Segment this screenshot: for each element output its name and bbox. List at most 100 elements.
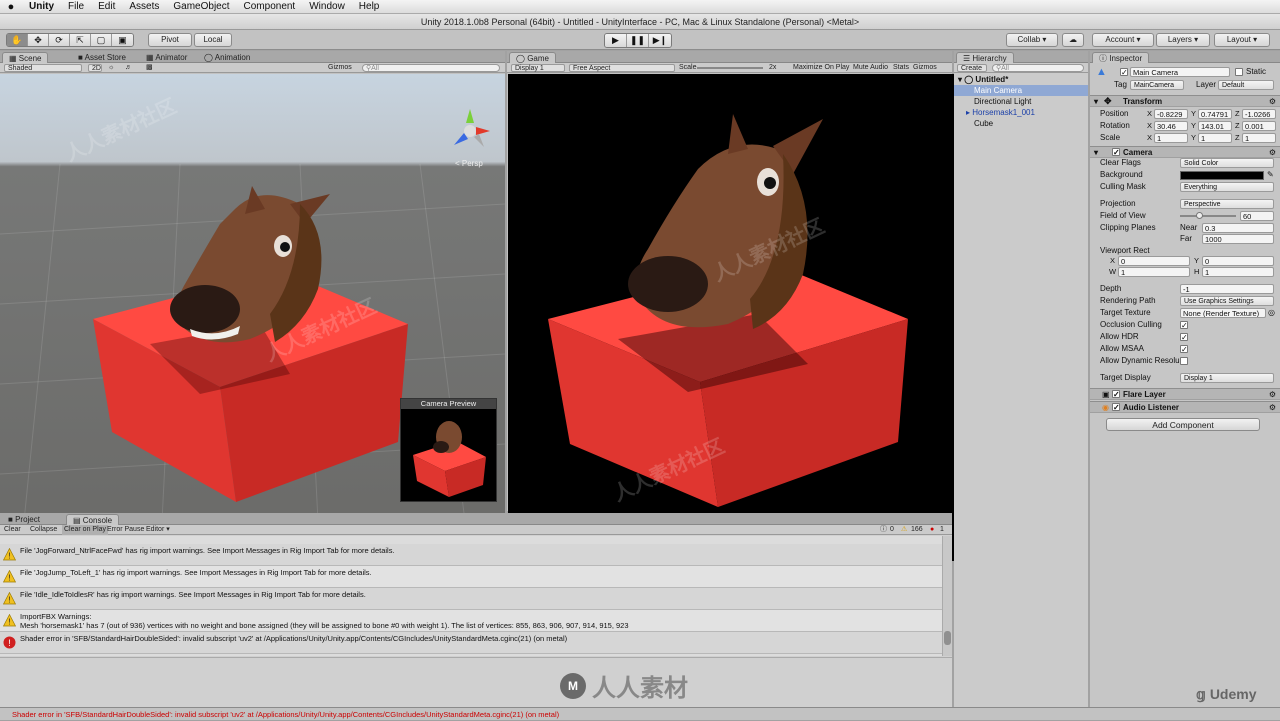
cloud-icon[interactable]: ☁ — [1062, 33, 1084, 47]
fov-slider[interactable] — [1180, 215, 1236, 217]
error-count-icon[interactable]: ● — [930, 525, 934, 535]
eyedropper-icon[interactable]: ✎ — [1267, 169, 1274, 181]
position-z-field[interactable]: -1.0266 — [1242, 109, 1276, 119]
menu-assets[interactable]: Assets — [122, 1, 166, 12]
console-message-warning[interactable]: ! File 'JogForward_NtrlFaceFwd' has rig … — [0, 544, 942, 566]
shading-dropdown[interactable]: Shaded — [4, 64, 82, 72]
hierarchy-item-directional-light[interactable]: Directional Light — [954, 96, 1088, 107]
position-x-field[interactable]: -0.8229 — [1154, 109, 1188, 119]
clear-button[interactable]: Clear — [4, 525, 21, 535]
clear-on-play-toggle[interactable]: Clear on Play — [62, 525, 109, 535]
lighting-icon[interactable]: ☼ — [108, 63, 114, 73]
create-dropdown[interactable]: Create — [957, 64, 987, 72]
info-count-icon[interactable]: ⓘ — [880, 525, 887, 535]
move-tool-icon[interactable]: ✥ — [28, 34, 49, 46]
stats-toggle[interactable]: Stats — [893, 63, 909, 73]
static-checkbox[interactable] — [1235, 68, 1243, 76]
component-settings-icon[interactable]: ⚙ — [1269, 389, 1276, 400]
tab-console[interactable]: ▤ Console — [66, 514, 120, 525]
pause-icon[interactable]: ❚❚ — [627, 34, 649, 47]
hand-tool-icon[interactable]: ✋ — [7, 34, 28, 46]
clear-flags-dropdown[interactable]: Solid Color — [1180, 158, 1274, 168]
console-message-warning[interactable]: ! File 'JogJump_ToLeft_1' has rig import… — [0, 566, 942, 588]
flare-layer-checkbox[interactable]: ✓ — [1112, 390, 1120, 399]
tag-dropdown[interactable]: MainCamera — [1130, 80, 1184, 90]
mute-audio-toggle[interactable]: Mute Audio — [853, 63, 888, 73]
menu-gameobject[interactable]: GameObject — [166, 1, 236, 12]
menu-component[interactable]: Component — [237, 1, 303, 12]
camera-enabled-checkbox[interactable]: ✓ — [1112, 148, 1120, 157]
scrollbar-thumb[interactable] — [944, 631, 951, 645]
tab-animation[interactable]: ◯ Animation — [198, 52, 256, 63]
dynres-checkbox[interactable] — [1180, 357, 1188, 365]
scene-root[interactable]: ▾ ◯ Untitled* — [954, 74, 1088, 85]
pivot-button[interactable]: Pivot — [148, 33, 192, 47]
tab-hierarchy[interactable]: ☰ Hierarchy — [956, 52, 1014, 63]
position-y-field[interactable]: 0.74791 — [1198, 109, 1232, 119]
account-dropdown[interactable]: Account ▾ — [1092, 33, 1154, 47]
collapse-button[interactable]: Collapse — [30, 525, 57, 535]
audio-listener-header[interactable]: ◉ ✓ Audio Listener ⚙ — [1090, 401, 1280, 413]
far-field[interactable]: 1000 — [1202, 234, 1274, 244]
target-texture-field[interactable]: None (Render Texture) — [1180, 308, 1266, 318]
near-field[interactable]: 0.3 — [1202, 223, 1274, 233]
tab-project[interactable]: ■ Project — [2, 514, 46, 525]
rotation-z-field[interactable]: 0.001 — [1242, 121, 1276, 131]
layer-dropdown[interactable]: Default — [1218, 80, 1274, 90]
status-bar[interactable]: Shader error in 'SFB/StandardHairDoubleS… — [0, 707, 1280, 720]
viewport-h-field[interactable]: 1 — [1202, 267, 1274, 277]
flare-layer-header[interactable]: ▣ ✓ Flare Layer ⚙ — [1090, 388, 1280, 400]
scale-slider[interactable] — [697, 67, 763, 69]
menu-window[interactable]: Window — [302, 1, 352, 12]
rotation-x-field[interactable]: 30.46 — [1154, 121, 1188, 131]
gizmos-dropdown[interactable]: Gizmos — [328, 63, 352, 73]
hierarchy-item-main-camera[interactable]: Main Camera — [954, 85, 1088, 96]
play-icon[interactable]: ▶ — [605, 34, 627, 47]
console-scrollbar[interactable] — [942, 536, 952, 656]
hdr-checkbox[interactable]: ✓ — [1180, 333, 1188, 342]
add-component-button[interactable]: Add Component — [1106, 418, 1260, 431]
console-message-warning[interactable]: ! File 'Idle_IdleToIdlesR' has rig impor… — [0, 588, 942, 610]
fov-field[interactable]: 60 — [1240, 211, 1274, 221]
error-pause-toggle[interactable]: Error Pause — [107, 525, 144, 535]
collab-button[interactable]: Collab ▾ — [1006, 33, 1058, 47]
tab-scene[interactable]: ▦ Scene — [2, 52, 49, 63]
menu-file[interactable]: File — [61, 1, 91, 12]
scale-x-field[interactable]: 1 — [1154, 133, 1188, 143]
rotation-y-field[interactable]: 143.01 — [1198, 121, 1232, 131]
effects-icon[interactable]: ▩ — [146, 63, 153, 73]
persp-label[interactable]: < Persp — [455, 159, 483, 168]
rotate-tool-icon[interactable]: ⟳ — [49, 34, 70, 46]
maximize-on-play-toggle[interactable]: Maximize On Play — [793, 63, 849, 73]
hierarchy-item-cube[interactable]: Cube — [954, 118, 1088, 129]
scale-y-field[interactable]: 1 — [1198, 133, 1232, 143]
viewport-w-field[interactable]: 1 — [1118, 267, 1190, 277]
layout-dropdown[interactable]: Layout ▾ — [1214, 33, 1270, 47]
rendering-path-dropdown[interactable]: Use Graphics Settings — [1180, 296, 1274, 306]
layers-dropdown[interactable]: Layers ▾ — [1156, 33, 1210, 47]
component-settings-icon[interactable]: ⚙ — [1269, 402, 1276, 413]
scale-tool-icon[interactable]: ⇱ — [70, 34, 91, 46]
step-icon[interactable]: ▶❙ — [649, 34, 671, 47]
fov-slider-thumb[interactable] — [1196, 212, 1203, 219]
rect-tool-icon[interactable]: ▢ — [91, 34, 112, 46]
tab-game[interactable]: ◯ Game — [509, 52, 556, 63]
console-message-error[interactable]: ! Shader error in 'SFB/StandardHairDoubl… — [0, 632, 942, 654]
msaa-checkbox[interactable]: ✓ — [1180, 345, 1188, 354]
mode-2d-toggle[interactable]: 2D — [88, 64, 102, 72]
apple-icon[interactable]: ● — [0, 1, 22, 13]
tab-asset-store[interactable]: ■ Asset Store — [72, 52, 132, 63]
editor-dropdown[interactable]: Editor ▾ — [146, 525, 170, 535]
occlusion-checkbox[interactable]: ✓ — [1180, 321, 1188, 330]
tab-animator[interactable]: ▦ Animator — [140, 52, 193, 63]
scene-gizmo-icon[interactable] — [446, 107, 494, 155]
projection-dropdown[interactable]: Perspective — [1180, 199, 1274, 209]
scene-viewport[interactable]: < Persp Camera Preview 人人素材社区 人人素材社区 — [0, 74, 505, 561]
game-gizmos-dropdown[interactable]: Gizmos — [913, 63, 937, 73]
warning-count-icon[interactable]: ⚠ — [901, 525, 907, 535]
component-settings-icon[interactable]: ⚙ — [1269, 96, 1276, 107]
audio-icon[interactable]: ♬ — [125, 63, 132, 73]
object-name-field[interactable]: Main Camera — [1130, 67, 1230, 77]
object-picker-icon[interactable]: ◎ — [1268, 307, 1275, 319]
viewport-y-field[interactable]: 0 — [1202, 256, 1274, 266]
